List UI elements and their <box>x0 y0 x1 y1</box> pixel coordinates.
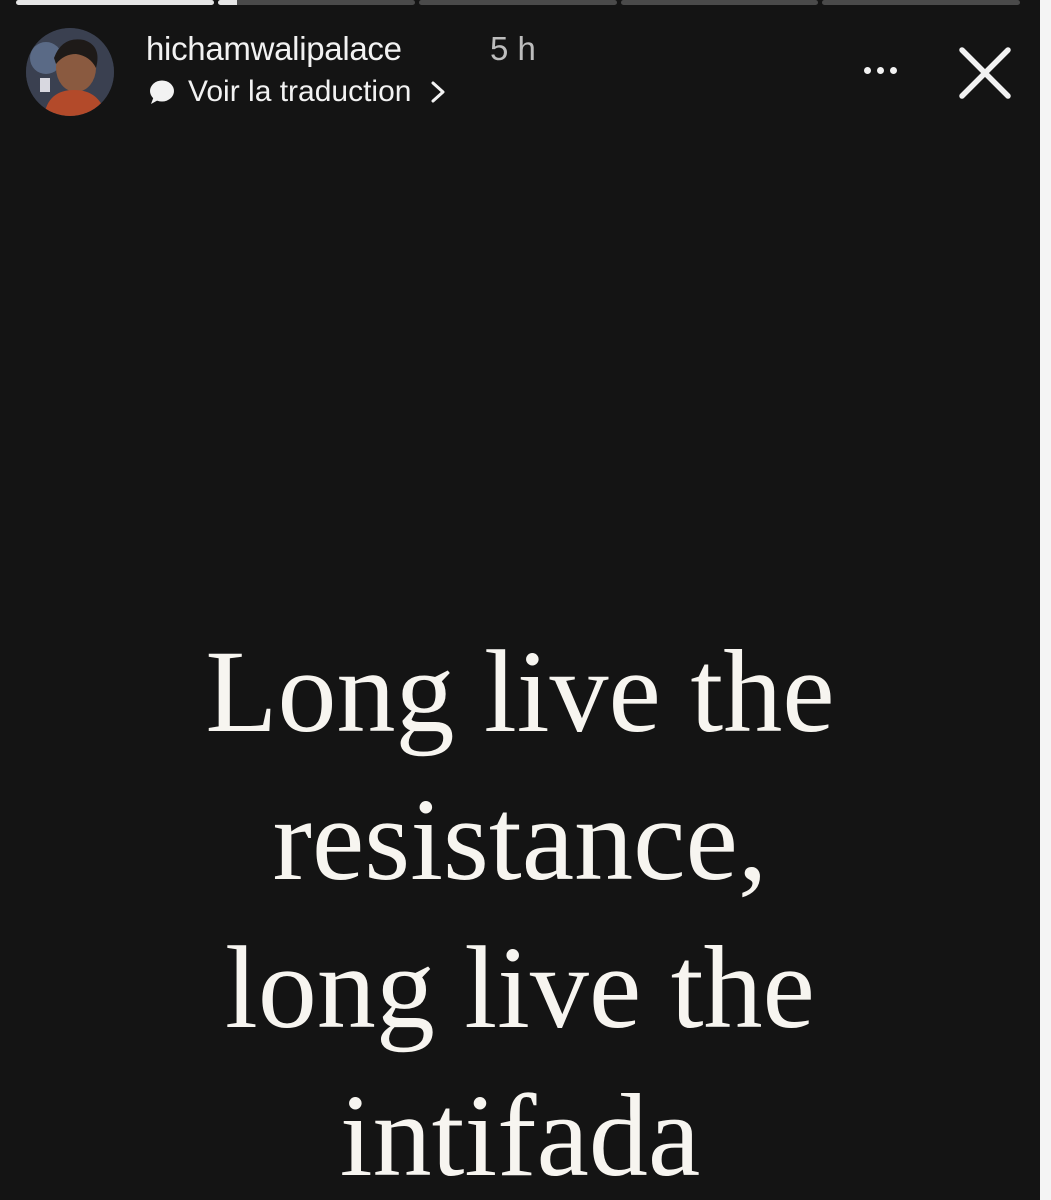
story-progress-bar <box>16 0 1020 6</box>
progress-segment <box>217 0 416 5</box>
close-icon <box>959 47 1011 99</box>
story-text-line: long live the <box>225 922 815 1053</box>
story-text-line: intifada <box>339 1070 701 1200</box>
story-text-line: Long live the <box>205 626 835 757</box>
speech-bubble-icon <box>150 80 174 104</box>
username[interactable]: hichamwalipalace <box>146 30 402 68</box>
progress-segment <box>620 0 819 5</box>
story-text-line: resistance, <box>272 774 768 905</box>
translate-label: Voir la traduction <box>188 75 412 108</box>
post-time: 5 h <box>490 30 536 67</box>
translate-link[interactable]: Voir la traduction <box>146 72 449 112</box>
more-options-dot <box>876 66 884 74</box>
screenshot-edge <box>1040 0 1051 1200</box>
close-button[interactable] <box>952 40 1018 106</box>
story-text: Long live the resistance, long live the … <box>40 618 1000 1200</box>
more-options-button[interactable] <box>852 50 908 90</box>
progress-segment <box>419 0 617 5</box>
more-options-icon <box>863 66 871 74</box>
chevron-right-icon <box>431 81 445 103</box>
story-viewer[interactable]: hichamwalipalace 5 h Voir la traduction … <box>0 0 1040 1200</box>
avatar[interactable] <box>26 28 114 116</box>
progress-segment <box>16 0 214 5</box>
progress-segment <box>822 0 1020 5</box>
more-options-dot <box>889 66 897 74</box>
